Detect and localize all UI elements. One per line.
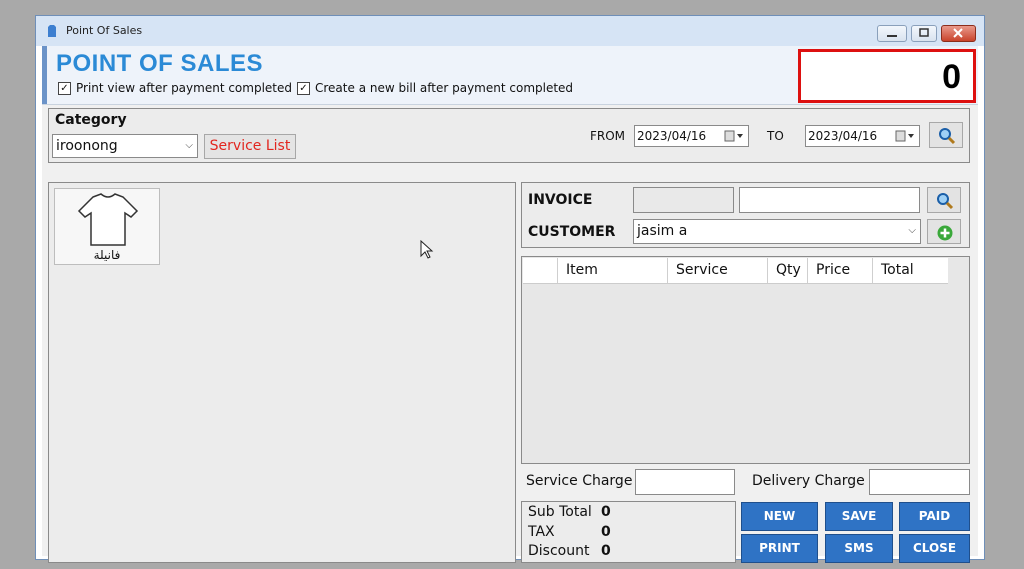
- from-date-picker[interactable]: 2023/04/16: [634, 125, 749, 147]
- customer-label: CUSTOMER: [528, 224, 616, 240]
- column-header[interactable]: Total: [873, 258, 948, 283]
- from-date-value: 2023/04/16: [637, 129, 707, 143]
- to-date-picker[interactable]: 2023/04/16: [805, 125, 920, 147]
- customer-value: jasim a: [637, 223, 688, 239]
- total-display: 0: [798, 49, 976, 103]
- chevron-down-icon: ⌵: [185, 140, 193, 151]
- new-bill-checkbox[interactable]: ✓ Create a new bill after payment comple…: [297, 81, 573, 95]
- pos-window: Point Of Sales POINT OF SALES ✓ Print vi…: [35, 15, 985, 563]
- row-header-cell: [523, 258, 558, 283]
- delivery-charge-label: Delivery Charge :: [752, 473, 874, 489]
- maximize-button[interactable]: [911, 25, 937, 42]
- to-date-value: 2023/04/16: [808, 129, 878, 143]
- header-accent-bar: [42, 46, 47, 104]
- invoice-search-button[interactable]: [927, 187, 961, 213]
- tax-value: 0: [601, 524, 611, 540]
- grid-header: Item Service Qty Price Total: [523, 258, 948, 284]
- discount-label: Discount: [528, 543, 590, 559]
- print-view-checkbox[interactable]: ✓ Print view after payment completed: [58, 81, 292, 95]
- close-icon: [953, 28, 963, 38]
- category-label: Category: [55, 112, 127, 128]
- invoice-search-input[interactable]: [739, 187, 920, 213]
- product-label: فانيلة: [93, 248, 121, 262]
- add-customer-button[interactable]: [927, 219, 961, 244]
- search-icon: [939, 128, 956, 145]
- calendar-icon: [895, 130, 914, 142]
- sub-total-value: 0: [601, 504, 611, 520]
- from-label: FROM: [590, 129, 626, 143]
- total-value: 0: [942, 58, 961, 96]
- window-close-button[interactable]: [941, 25, 976, 42]
- minimize-button[interactable]: [877, 25, 907, 42]
- chevron-down-icon: ⌵: [908, 225, 916, 236]
- print-button[interactable]: PRINT: [741, 534, 818, 563]
- tax-row: TAX 0: [528, 524, 611, 540]
- add-icon: [937, 225, 953, 241]
- checkbox-checked-icon: ✓: [297, 81, 310, 95]
- save-button[interactable]: SAVE: [825, 502, 893, 531]
- app-icon: [48, 25, 56, 37]
- category-select[interactable]: iroonong ⌵: [52, 134, 198, 158]
- category-selected: iroonong: [56, 138, 118, 154]
- mouse-cursor-icon: [420, 240, 434, 259]
- to-label: TO: [767, 129, 784, 143]
- calendar-icon: [724, 130, 743, 142]
- print-view-label: Print view after payment completed: [76, 81, 293, 95]
- service-list-button[interactable]: Service List: [204, 134, 296, 159]
- sub-total-label: Sub Total: [528, 504, 592, 520]
- summary-panel: Sub Total 0 TAX 0 Discount 0: [521, 501, 736, 563]
- checkbox-checked-icon: ✓: [58, 81, 71, 95]
- product-tile[interactable]: فانيلة: [54, 188, 160, 265]
- column-header[interactable]: Price: [808, 258, 873, 283]
- invoice-label: INVOICE: [528, 192, 593, 208]
- header: POINT OF SALES ✓ Print view after paymen…: [42, 46, 978, 105]
- search-icon: [937, 193, 954, 210]
- product-panel: فانيلة: [48, 182, 516, 563]
- service-charge-label: Service Charge :: [526, 473, 642, 489]
- client-area: POINT OF SALES ✓ Print view after paymen…: [42, 46, 978, 563]
- paid-button[interactable]: PAID: [899, 502, 970, 531]
- sub-total-row: Sub Total 0: [528, 504, 611, 520]
- tshirt-icon: [77, 193, 139, 246]
- column-header[interactable]: Service: [668, 258, 768, 283]
- category-panel: Category iroonong ⌵ Service List FROM 20…: [48, 108, 970, 163]
- page-title: POINT OF SALES: [56, 50, 264, 77]
- sms-button[interactable]: SMS: [825, 534, 893, 563]
- window-title: Point Of Sales: [66, 24, 143, 37]
- invoice-panel: INVOICE CUSTOMER jasim a ⌵: [521, 182, 970, 248]
- items-grid[interactable]: Item Service Qty Price Total: [521, 256, 970, 464]
- date-search-button[interactable]: [929, 122, 963, 148]
- column-header[interactable]: Qty: [768, 258, 808, 283]
- discount-row: Discount 0: [528, 543, 611, 559]
- invoice-number-field[interactable]: [633, 187, 734, 213]
- column-header[interactable]: Item: [558, 258, 668, 283]
- maximize-icon: [919, 28, 929, 37]
- discount-value: 0: [601, 543, 611, 559]
- new-bill-label: Create a new bill after payment complete…: [315, 81, 574, 95]
- tax-label: TAX: [528, 524, 555, 540]
- delivery-charge-input[interactable]: [869, 469, 970, 495]
- service-charge-input[interactable]: [635, 469, 735, 495]
- customer-select[interactable]: jasim a ⌵: [633, 219, 921, 244]
- close-button[interactable]: CLOSE: [899, 534, 970, 563]
- title-bar[interactable]: Point Of Sales: [36, 16, 984, 46]
- minimize-icon: [887, 35, 897, 37]
- new-button[interactable]: NEW: [741, 502, 818, 531]
